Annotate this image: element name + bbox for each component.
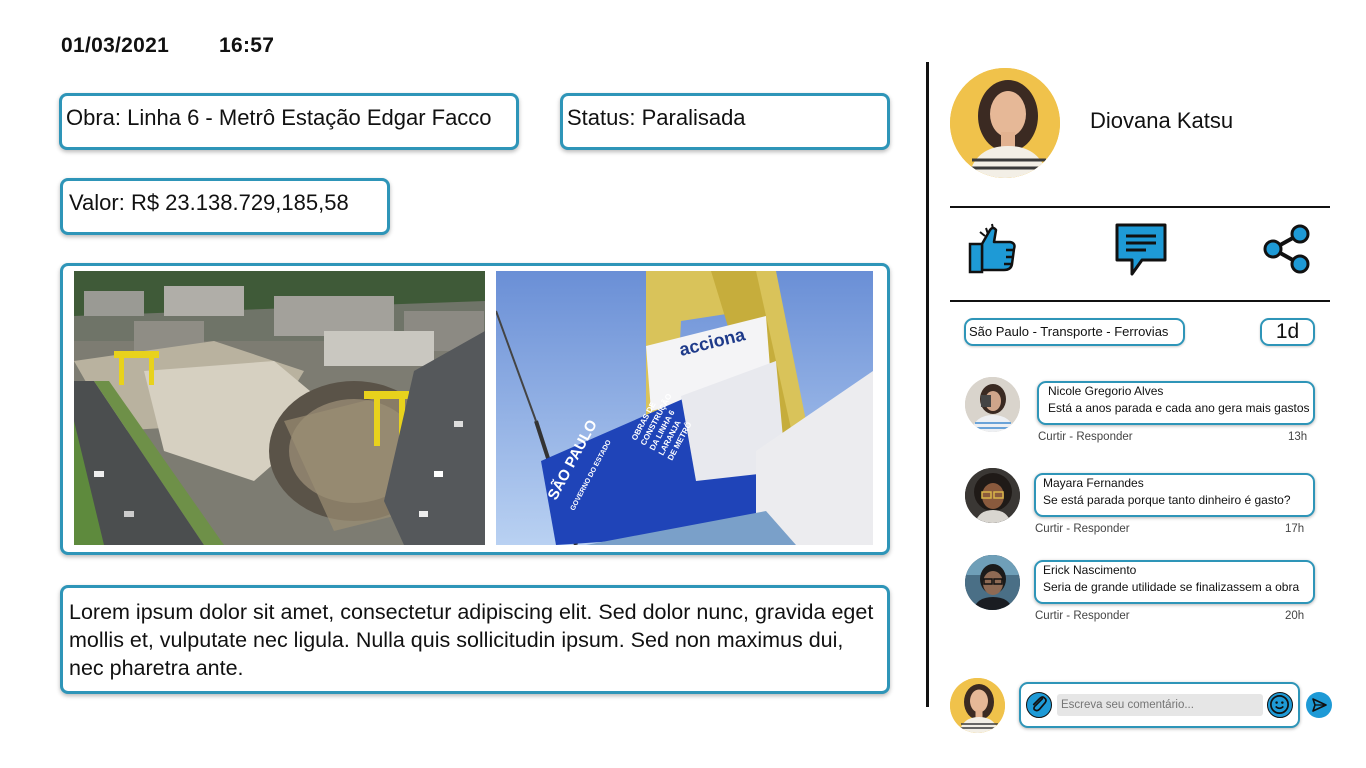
photo-gallery: acciona SÃO PAULO GOVERNO DO ESTADO OBRA… (60, 263, 890, 555)
comment-time: 20h (1285, 610, 1305, 622)
comment-author[interactable]: Erick Nascimento (1043, 563, 1136, 577)
obra-field: Obra: Linha 6 - Metrô Estação Edgar Facc… (59, 93, 519, 150)
actions-top-divider (950, 206, 1330, 208)
comment-text: Está a anos parada e cada ano gera mais … (1048, 401, 1310, 415)
post-date: 01/03/2021 (61, 34, 170, 57)
comment-author[interactable]: Mayara Fernandes (1043, 476, 1144, 490)
comment-composer (1019, 682, 1300, 728)
send-button[interactable] (1306, 692, 1332, 718)
aerial-construction-photo[interactable] (74, 271, 485, 545)
comment-text: Seria de grande utilidade se finalizasse… (1043, 580, 1300, 594)
comment-bubble-3: Erick Nascimento Seria de grande utilida… (1034, 560, 1315, 604)
thumbs-up-icon (968, 223, 1016, 274)
comment-bubble-2: Mayara Fernandes Se está parada porque t… (1034, 473, 1315, 517)
actions-bottom-divider (950, 300, 1330, 302)
share-button[interactable] (1262, 224, 1314, 274)
valor-label: Valor: R$ 23.138.729,185,58 (69, 190, 349, 215)
comment-bubble-1: Nicole Gregorio Alves Está a anos parada… (1037, 381, 1315, 425)
category-tag[interactable]: São Paulo - Transporte - Ferrovias (964, 318, 1185, 346)
description-text: Lorem ipsum dolor sit amet, consectetur … (69, 600, 874, 680)
comment-time: 17h (1285, 523, 1305, 535)
comment-avatar-nicole[interactable] (965, 377, 1020, 432)
comment-actions[interactable]: Curtir - Responder (1038, 431, 1133, 443)
post-age-badge: 1d (1260, 318, 1315, 346)
comment-icon (1115, 223, 1167, 276)
comment-button[interactable] (1114, 222, 1168, 276)
attach-button[interactable] (1026, 692, 1052, 718)
description-box: Lorem ipsum dolor sit amet, consectetur … (60, 585, 890, 694)
like-button[interactable] (966, 222, 1020, 276)
comment-author[interactable]: Nicole Gregorio Alves (1048, 384, 1163, 398)
comment-actions[interactable]: Curtir - Responder (1035, 523, 1130, 535)
comment-time: 13h (1288, 431, 1308, 443)
post-age-label: 1d (1275, 320, 1300, 343)
comment-actions[interactable]: Curtir - Responder (1035, 610, 1130, 622)
profile-avatar[interactable] (950, 68, 1060, 178)
emoji-button[interactable] (1267, 692, 1293, 718)
composer-avatar (950, 678, 1005, 733)
banner-crane-photo[interactable]: acciona SÃO PAULO GOVERNO DO ESTADO OBRA… (496, 271, 873, 545)
comment-input[interactable] (1057, 694, 1263, 716)
obra-label: Obra: Linha 6 - Metrô Estação Edgar Facc… (66, 105, 492, 130)
comment-avatar-erick[interactable] (965, 555, 1020, 610)
send-icon (1312, 698, 1327, 712)
category-tag-label: São Paulo - Transporte - Ferrovias (969, 324, 1169, 339)
status-label: Status: Paralisada (567, 105, 746, 130)
valor-field: Valor: R$ 23.138.729,185,58 (60, 178, 390, 235)
post-time: 16:57 (219, 34, 275, 57)
panel-divider (926, 62, 929, 707)
profile-name: Diovana Katsu (1090, 108, 1234, 133)
paperclip-icon (1032, 696, 1047, 712)
smiley-icon (1270, 695, 1289, 714)
comment-text: Se está parada porque tanto dinheiro é g… (1043, 493, 1291, 507)
share-icon (1263, 224, 1310, 274)
comment-avatar-mayara[interactable] (965, 468, 1020, 523)
status-field: Status: Paralisada (560, 93, 890, 150)
